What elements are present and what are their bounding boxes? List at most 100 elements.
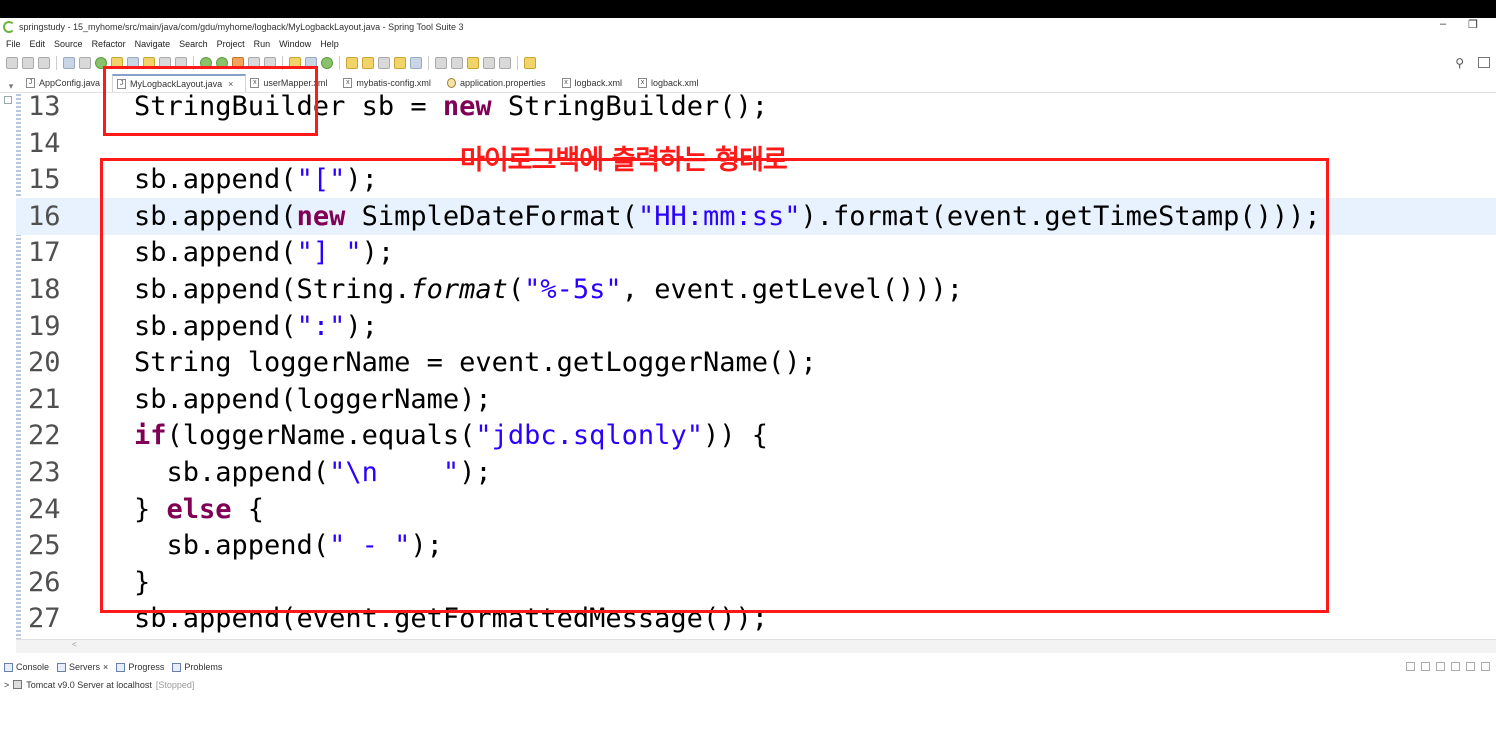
problems-icon — [172, 662, 182, 672]
editor-tab[interactable]: J AppConfig.java — [22, 74, 112, 92]
top-black-band — [0, 0, 1496, 18]
line-number: 21 — [28, 383, 61, 415]
line-number: 15 — [28, 164, 61, 196]
browse-icon[interactable] — [394, 57, 406, 69]
xml-file-icon: x — [343, 78, 353, 88]
server-icon — [13, 680, 23, 689]
panel-tab-label: Servers — [69, 662, 101, 672]
annotation-box-stringbuilder — [103, 66, 318, 136]
line-number: 14 — [28, 127, 61, 159]
line-number: 25 — [28, 530, 61, 562]
java-file-icon: J — [26, 78, 35, 88]
menu-run[interactable]: Run — [254, 39, 271, 49]
menu-file[interactable]: File — [6, 39, 21, 49]
annotation-box-append-block — [100, 158, 1329, 613]
panel-tab-servers[interactable]: Servers × — [57, 662, 108, 672]
window-titlebar: springstudy - 15_myhome/src/main/java/co… — [0, 18, 1496, 35]
line-number: 17 — [28, 237, 61, 269]
expand-icon[interactable]: > — [4, 680, 9, 690]
save-icon[interactable] — [22, 57, 34, 69]
new-icon[interactable] — [6, 57, 18, 69]
panel-tab-progress[interactable]: Progress — [116, 662, 164, 672]
line-number: 23 — [28, 457, 61, 488]
menu-source[interactable]: Source — [54, 39, 83, 49]
restore-icon[interactable]: ❐ — [1468, 18, 1478, 31]
spring-icon[interactable] — [321, 57, 333, 69]
toolbar-separator — [339, 56, 340, 70]
previous-annotation-icon[interactable] — [451, 57, 463, 69]
debug-server-icon[interactable] — [1421, 662, 1430, 671]
menu-search[interactable]: Search — [179, 39, 208, 49]
view-menu-icon[interactable]: ▾ — [0, 81, 22, 92]
editor-tab[interactable]: x mybatis-config.xml — [339, 74, 443, 92]
menu-navigate[interactable]: Navigate — [135, 39, 171, 49]
menu-edit[interactable]: Edit — [30, 39, 46, 49]
console-toolbar-icon[interactable] — [63, 57, 75, 69]
menu-window[interactable]: Window — [279, 39, 311, 49]
globe-icon[interactable] — [410, 57, 422, 69]
line-number: 13 — [28, 94, 61, 122]
xml-file-icon: x — [561, 78, 571, 88]
window-controls: – ❐ — [1440, 18, 1478, 31]
toggle-mark-icon[interactable] — [79, 57, 91, 69]
toolbar-separator — [428, 56, 429, 70]
line-number: 16 — [28, 200, 61, 232]
next-annotation-icon[interactable] — [435, 57, 447, 69]
search-icon[interactable]: ⚲ — [1455, 56, 1464, 70]
tab-label: AppConfig.java — [39, 78, 101, 88]
menu-help[interactable]: Help — [320, 39, 339, 49]
properties-file-icon — [446, 78, 456, 88]
stop-server-icon[interactable] — [1466, 662, 1475, 671]
xml-file-icon: x — [638, 78, 648, 88]
progress-icon — [116, 662, 126, 672]
panel-tab-console[interactable]: Console — [4, 662, 49, 672]
editor-tab[interactable]: x logback.xml — [558, 74, 635, 92]
code-token: StringBuilder(); — [491, 94, 768, 122]
window-title: springstudy - 15_myhome/src/main/java/co… — [19, 21, 464, 32]
tab-label: logback.xml — [651, 78, 699, 88]
editor-tab[interactable]: application.properties — [443, 74, 558, 92]
back-icon[interactable] — [483, 57, 495, 69]
open-folder-icon[interactable] — [346, 57, 358, 69]
line-number: 26 — [28, 566, 61, 598]
start-server-icon[interactable] — [1436, 662, 1445, 671]
server-row[interactable]: > Tomcat v9.0 Server at localhost [Stopp… — [0, 677, 600, 692]
editor-tab[interactable]: x logback.xml — [634, 74, 711, 92]
scroll-left-icon[interactable]: < — [72, 640, 77, 649]
server-name: Tomcat v9.0 Server at localhost — [26, 679, 152, 690]
line-number: 27 — [28, 603, 61, 635]
pin-icon[interactable] — [524, 57, 536, 69]
toolbar-separator — [517, 56, 518, 70]
panel-view-icons — [1406, 662, 1490, 671]
last-edit-icon[interactable] — [467, 57, 479, 69]
tab-label: mybatis-config.xml — [356, 78, 431, 88]
collapse-icon[interactable] — [1406, 662, 1415, 671]
panel-tab-label: Console — [16, 662, 50, 672]
profile-server-icon[interactable] — [1451, 662, 1460, 671]
publish-icon[interactable] — [1481, 662, 1490, 671]
outline-toggle-icon[interactable] — [4, 96, 12, 104]
perspective-icon[interactable] — [1478, 57, 1490, 68]
forward-icon[interactable] — [499, 57, 511, 69]
menu-project[interactable]: Project — [217, 39, 245, 49]
line-number: 20 — [28, 347, 61, 379]
line-number: 19 — [28, 310, 61, 342]
left-gutter — [0, 94, 16, 639]
servers-icon — [57, 662, 67, 672]
server-status: [Stopped] — [155, 679, 195, 690]
line-number: 18 — [28, 274, 61, 305]
save-all-icon[interactable] — [38, 57, 50, 69]
search-folder-icon[interactable] — [362, 57, 374, 69]
panel-tab-problems[interactable]: Problems — [172, 662, 222, 672]
close-icon[interactable]: × — [103, 662, 108, 672]
horizontal-scrollbar[interactable]: < — [16, 639, 1496, 653]
keyword-token: new — [442, 94, 492, 122]
pen-icon[interactable] — [378, 57, 390, 69]
panel-tab-label: Progress — [128, 662, 165, 672]
spring-tool-suite-icon — [3, 20, 15, 33]
minimize-icon[interactable]: – — [1440, 18, 1446, 31]
panel-tab-label: Problems — [184, 662, 223, 672]
tab-label: logback.xml — [574, 78, 623, 88]
menu-refactor[interactable]: Refactor — [92, 39, 126, 49]
menu-bar: File Edit Source Refactor Navigate Search Proj… — [0, 35, 1496, 52]
